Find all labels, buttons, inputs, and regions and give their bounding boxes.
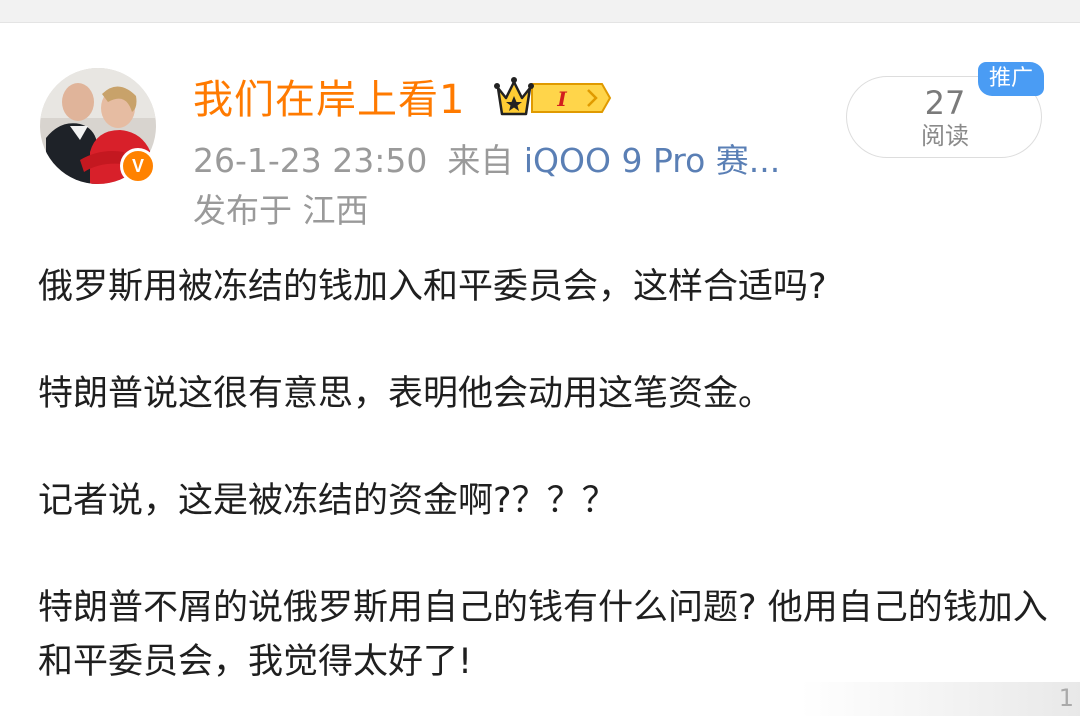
promo-tag[interactable]: 推广 bbox=[978, 62, 1044, 96]
watermark-bar bbox=[800, 682, 1080, 716]
crown-level-badge-icon[interactable]: I bbox=[492, 74, 612, 122]
badge-level: I bbox=[556, 87, 567, 111]
verified-badge-icon: V bbox=[120, 148, 156, 184]
author-name[interactable]: 我们在岸上看1 bbox=[193, 74, 465, 126]
post-timestamp: 26-1-23 23:50 bbox=[193, 141, 428, 180]
post-paragraph: 特朗普不屑的说俄罗斯用自己的钱有什么问题? 他用自己的钱加入和平委员会，我觉得太… bbox=[38, 588, 1048, 682]
post-paragraph: 记者说，这是被冻结的资金啊?？？？ bbox=[38, 481, 617, 521]
source-prefix: 来自 bbox=[447, 141, 514, 180]
watermark-text: 1 bbox=[1058, 684, 1074, 712]
source-device-link[interactable]: iQOO 9 Pro 赛... bbox=[524, 141, 780, 180]
post-paragraph: 特朗普说这很有意思，表明他会动用这笔资金。 bbox=[38, 374, 774, 414]
post-meta: 26-1-23 23:50 来自 iQOO 9 Pro 赛... bbox=[193, 140, 780, 182]
top-divider-strip bbox=[0, 0, 1080, 23]
read-label: 阅读 bbox=[921, 122, 969, 150]
post-content: 俄罗斯用被冻结的钱加入和平委员会，这样合适吗? 特朗普说这很有意思，表明他会动用… bbox=[38, 260, 1048, 689]
avatar[interactable]: V bbox=[40, 68, 156, 184]
post-location: 发布于 江西 bbox=[193, 191, 369, 230]
post-paragraph: 俄罗斯用被冻结的钱加入和平委员会，这样合适吗? bbox=[38, 267, 827, 307]
